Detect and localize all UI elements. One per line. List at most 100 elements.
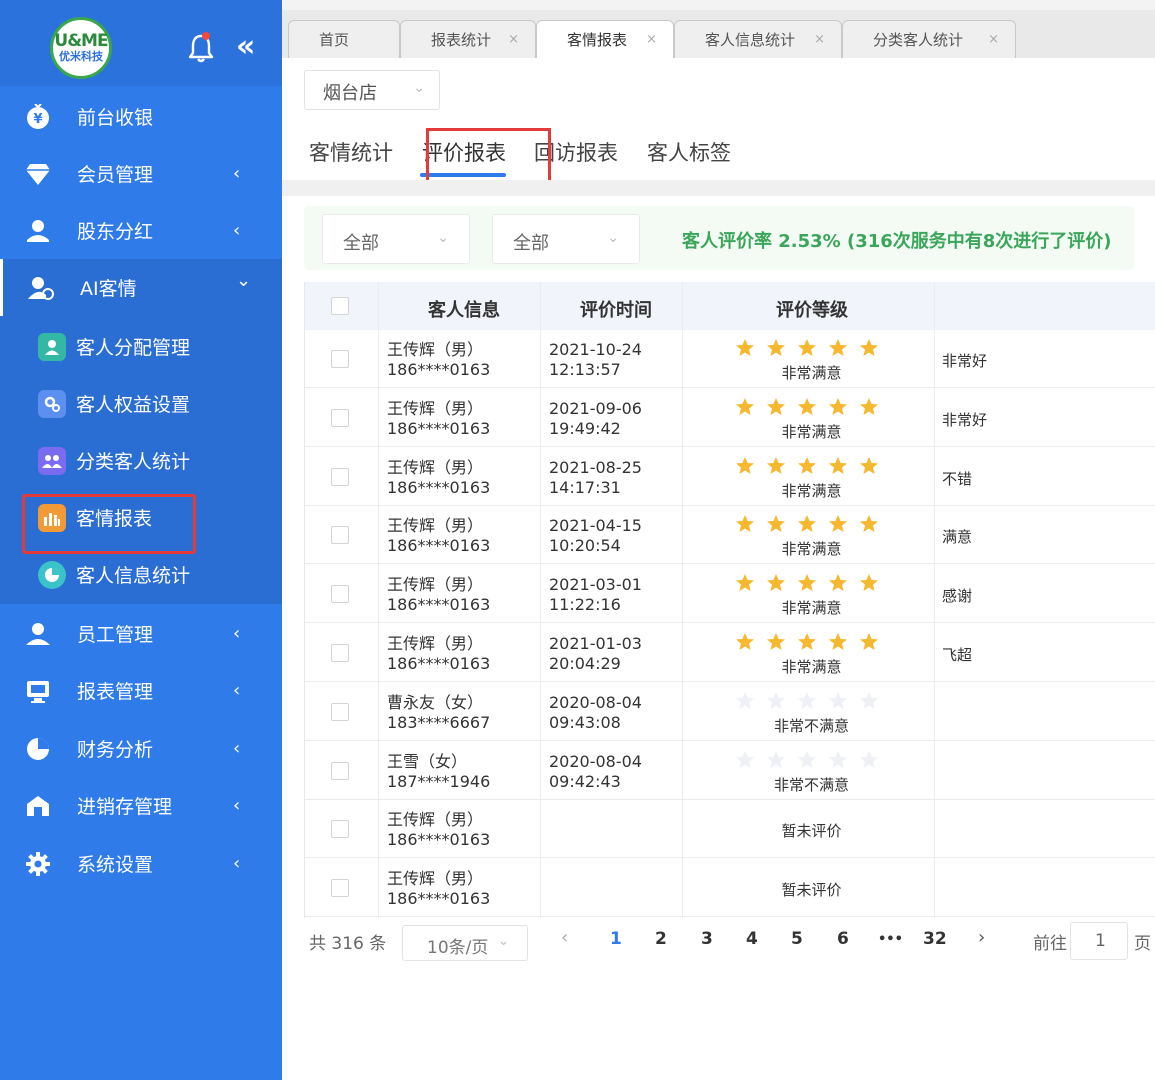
- sidebar-item-staff[interactable]: 员工管理 ‹: [0, 605, 282, 662]
- guest-name: 王传辉（男）: [387, 869, 484, 889]
- rating-label: 非常不满意: [773, 775, 849, 794]
- rating-comment: 感谢: [942, 587, 973, 606]
- star-icon: [798, 339, 816, 356]
- guest-name: 王传辉（男）: [387, 634, 484, 653]
- star-rating: [735, 691, 879, 711]
- rating-date: 2020-08-04: [549, 692, 642, 712]
- sidebar-item-label: 员工管理: [77, 624, 154, 646]
- rating-time: 09:43:08: [549, 712, 621, 732]
- star-icon: [860, 397, 878, 415]
- sidebar-item-label: 股东分红: [77, 221, 154, 243]
- tab-strip: 首页 报表统计 × 客情报表 × 客人信息统计 × 分类客人统计 ×: [282, 0, 1155, 58]
- staff-filter-select[interactable]: 全部 ⌄: [492, 214, 640, 264]
- submenu-item-label: 客人权益设置: [76, 394, 191, 416]
- sidebar-item-label: 进销存管理: [77, 796, 173, 818]
- rating-time: 20:04:29: [549, 654, 621, 673]
- submenu-item-guest-info-stats[interactable]: 客人信息统计: [0, 546, 282, 603]
- row-checkbox[interactable]: [331, 644, 349, 662]
- gear-icon: [25, 851, 51, 877]
- rating-label: 非常不满意: [773, 716, 849, 735]
- logo[interactable]: U&ME 优米科技: [50, 17, 112, 79]
- row-checkbox[interactable]: [331, 761, 349, 780]
- subtab-guest-tags[interactable]: 客人标签: [647, 137, 731, 167]
- sidebar-item-dividends[interactable]: 股东分红 ‹: [0, 202, 282, 259]
- submenu-item-category-stats[interactable]: 分类客人统计: [0, 432, 282, 489]
- star-icon: [767, 574, 785, 592]
- sidebar-item-settings[interactable]: 系统设置 ‹: [0, 835, 282, 892]
- sidebar-item-cashier[interactable]: ¥ 前台收银: [0, 88, 282, 145]
- user-icon: [38, 332, 66, 361]
- report-icon: [25, 678, 51, 704]
- rating-comment: 满意: [942, 528, 973, 547]
- page-1-button[interactable]: 1: [610, 929, 622, 949]
- star-icon: [860, 574, 878, 592]
- guest-name: 王传辉（男）: [387, 398, 484, 418]
- subtab-guest-stats[interactable]: 客情统计: [309, 137, 393, 167]
- tab-strip-top: [282, 0, 1155, 10]
- goto-page-value: 1: [1095, 931, 1106, 951]
- star-icon: [798, 574, 816, 592]
- sidebar-item-reports[interactable]: 报表管理 ‹: [0, 662, 282, 719]
- row-checkbox[interactable]: [331, 467, 349, 486]
- guest-name: 曹永友（女）: [387, 692, 484, 712]
- select-all-checkbox[interactable]: [331, 297, 349, 315]
- guest-phone: 186****0163: [387, 360, 491, 379]
- bell-icon[interactable]: [188, 33, 214, 63]
- page-5-button[interactable]: 5: [791, 929, 803, 949]
- submenu-item-label: 客人分配管理: [76, 337, 191, 359]
- row-checkbox[interactable]: [331, 526, 349, 545]
- row-checkbox[interactable]: [331, 702, 349, 721]
- row-checkbox[interactable]: [331, 585, 349, 604]
- goto-page-input[interactable]: 1: [1070, 922, 1128, 960]
- sidebar-item-finance[interactable]: 财务分析 ‹: [0, 720, 282, 777]
- row-checkbox[interactable]: [331, 820, 349, 839]
- store-select[interactable]: 烟台店 ⌄: [304, 70, 440, 110]
- page-2-button[interactable]: 2: [655, 929, 667, 949]
- close-icon[interactable]: ×: [814, 32, 825, 47]
- sidebar-item-members[interactable]: 会员管理 ‹: [0, 145, 282, 202]
- rating-label: 暂未评价: [781, 822, 842, 841]
- guest-phone: 186****0163: [387, 889, 491, 909]
- pie-icon: [25, 736, 51, 762]
- close-icon[interactable]: ×: [646, 32, 657, 47]
- sidebar-item-ai-guest[interactable]: AI客情 ⌄: [0, 259, 282, 316]
- star-rating: [735, 632, 879, 652]
- tab-category-stats[interactable]: 分类客人统计 ×: [842, 20, 1016, 58]
- next-page-button[interactable]: ›: [978, 927, 985, 948]
- star-icon: [767, 456, 785, 474]
- row-checkbox[interactable]: [331, 408, 349, 427]
- page-32-button[interactable]: 32: [923, 929, 947, 949]
- select-value: 全部: [513, 233, 549, 254]
- close-icon[interactable]: ×: [988, 32, 999, 47]
- star-icon: [767, 691, 785, 709]
- page-4-button[interactable]: 4: [746, 929, 758, 949]
- tab-report-stats[interactable]: 报表统计 ×: [400, 20, 536, 58]
- sidebar-header: U&ME 优米科技 «: [0, 0, 282, 86]
- logo-text-main: U&ME: [54, 31, 108, 51]
- collapse-sidebar-icon[interactable]: «: [236, 32, 262, 63]
- close-icon[interactable]: ×: [508, 32, 519, 47]
- sidebar-item-inventory[interactable]: 进销存管理 ‹: [0, 777, 282, 834]
- submenu-item-guest-rights[interactable]: 客人权益设置: [0, 375, 282, 432]
- star-icon: [829, 750, 847, 768]
- tab-home[interactable]: 首页: [288, 20, 400, 58]
- row-checkbox[interactable]: [331, 879, 349, 898]
- page-size-select[interactable]: 10条/页 ⌄: [402, 925, 528, 961]
- star-icon: [829, 515, 847, 533]
- prev-page-button[interactable]: ‹: [561, 927, 568, 948]
- page-6-button[interactable]: 6: [837, 929, 849, 949]
- more-pages-button[interactable]: •••: [878, 932, 903, 947]
- tab-guest-info-stats[interactable]: 客人信息统计 ×: [674, 20, 842, 58]
- rating-date: 2021-09-06: [549, 398, 642, 418]
- row-checkbox[interactable]: [331, 350, 349, 368]
- sidebar-item-label: AI客情: [80, 278, 137, 300]
- rating-filter-select[interactable]: 全部 ⌄: [322, 214, 470, 264]
- diamond-icon: [25, 161, 51, 187]
- tab-guest-report[interactable]: 客情报表 ×: [536, 20, 674, 58]
- submenu-item-guest-assign[interactable]: 客人分配管理: [0, 318, 282, 375]
- page-3-button[interactable]: 3: [701, 929, 713, 949]
- star-rating: [735, 750, 879, 770]
- settings-gear-icon: [38, 389, 66, 418]
- star-icon: [736, 750, 754, 768]
- rating-time: 12:13:57: [549, 360, 621, 379]
